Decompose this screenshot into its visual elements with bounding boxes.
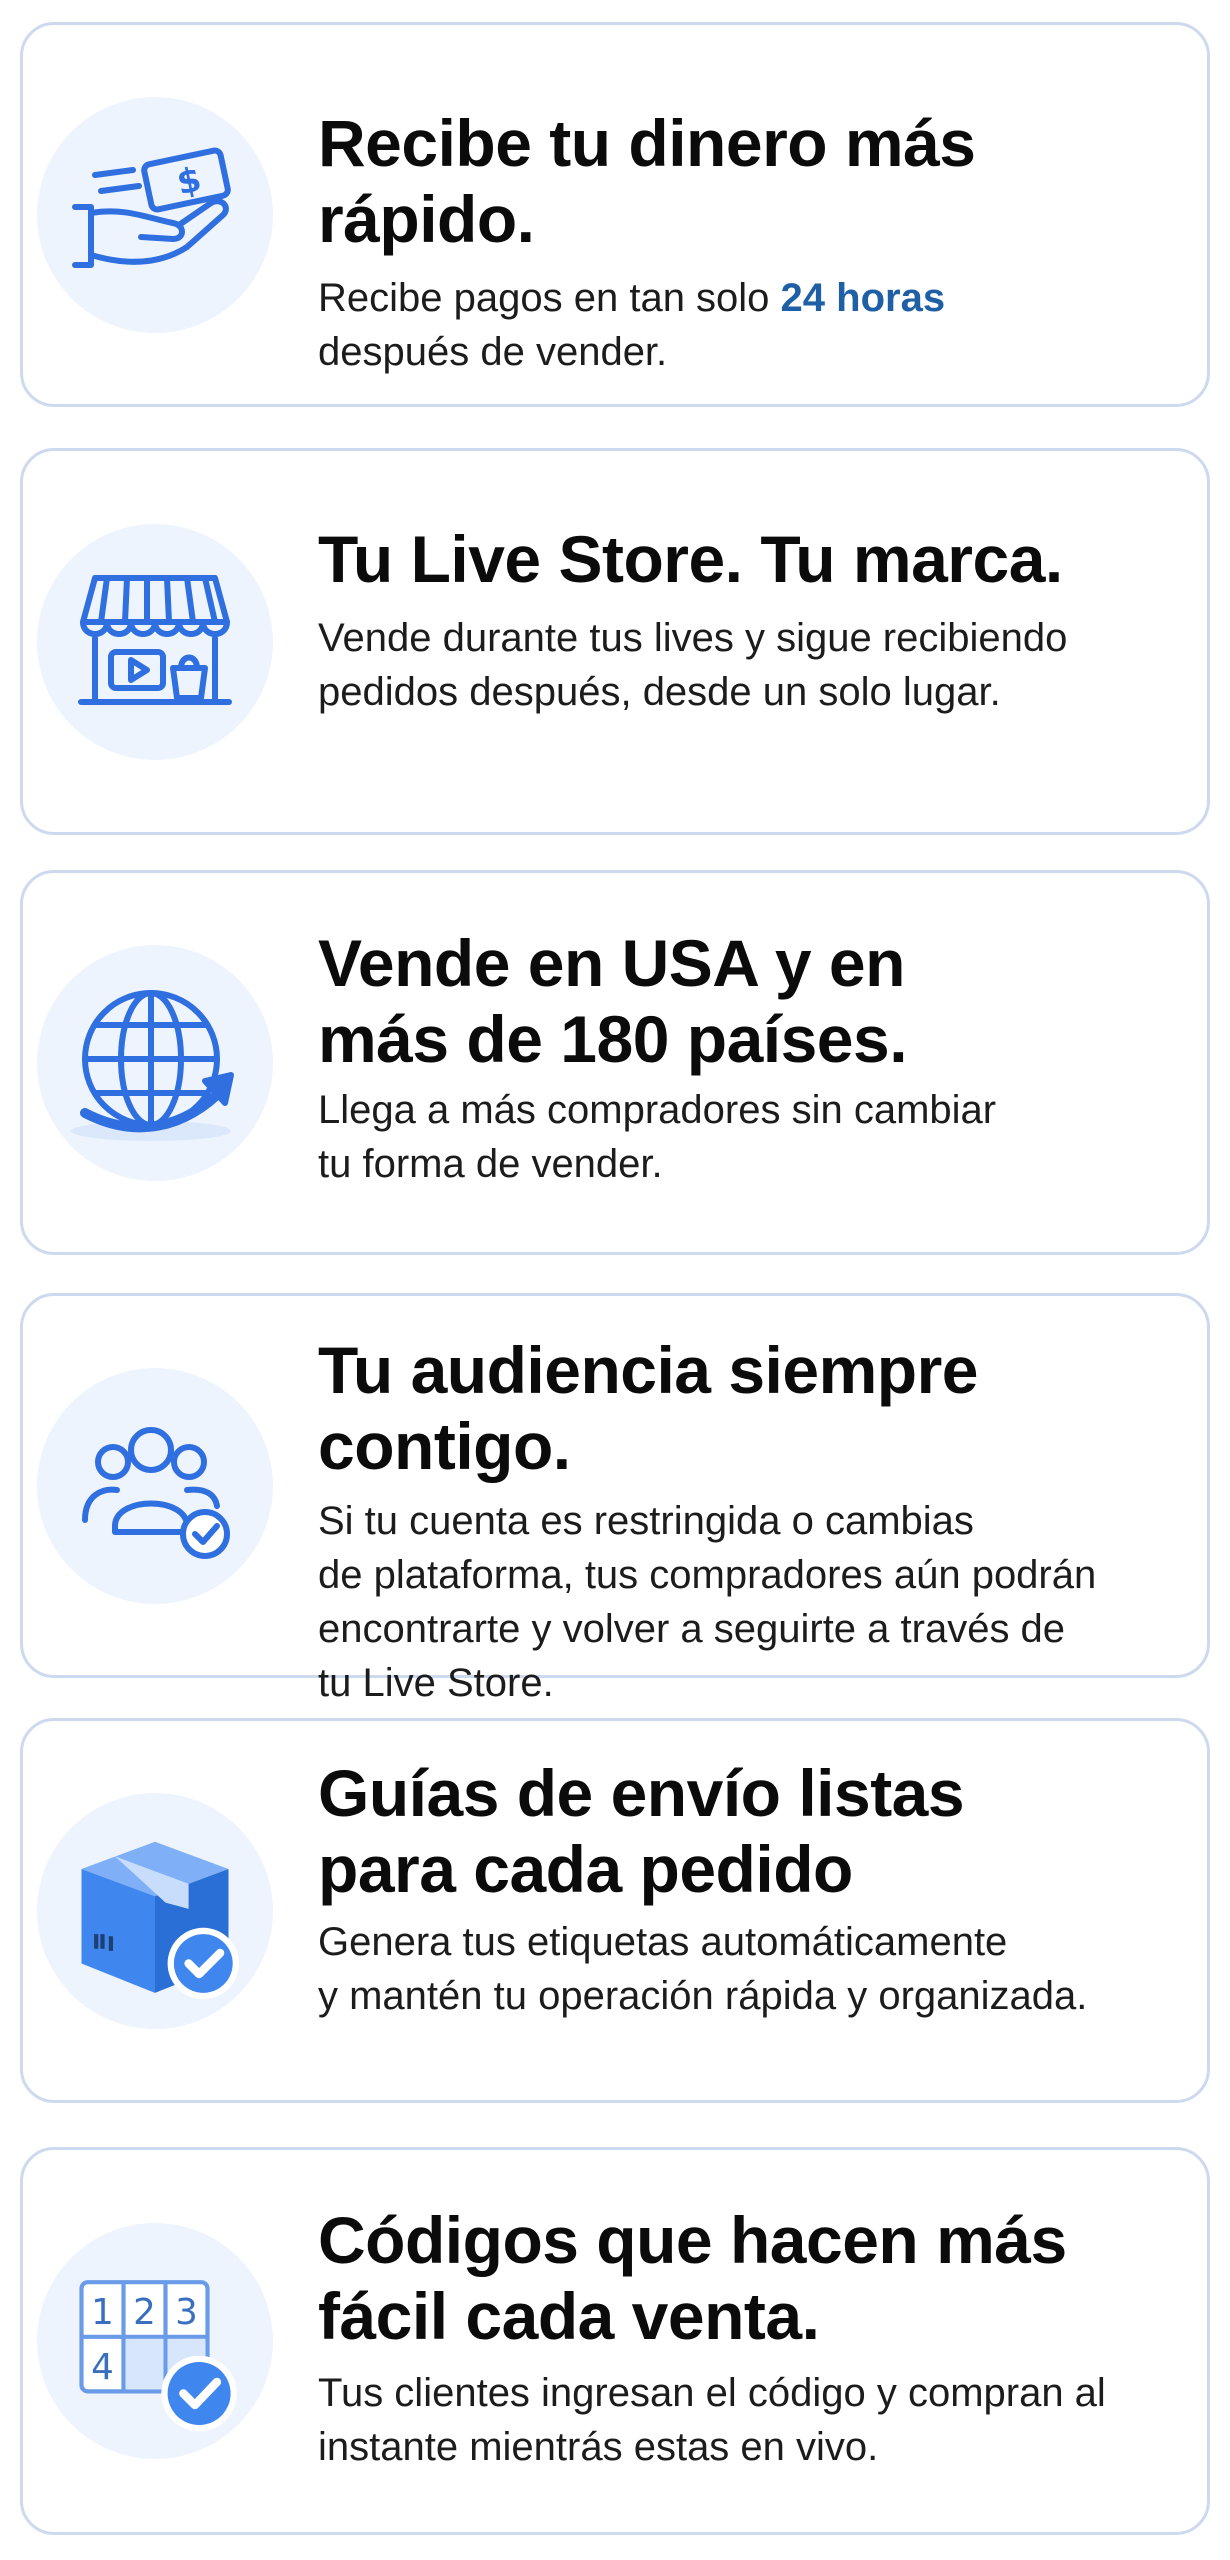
feature-text: Vende en USA y en más de 180 países. Lleg…	[318, 925, 1187, 1191]
grid-digit: 2	[133, 2292, 156, 2333]
description-line: y mantén tu operación rápida y organizad…	[318, 1974, 1088, 2018]
description-line: pedidos después, desde un solo lugar.	[318, 670, 1001, 714]
feature-title: Recibe tu dinero más rápido.	[318, 106, 976, 256]
description-text: después de vender.	[318, 330, 668, 374]
feature-title: Tu audiencia siempre contigo.	[318, 1333, 979, 1483]
feature-text: Recibe tu dinero más rápido. Recibe pago…	[318, 105, 1187, 379]
description-line: Vende durante tus lives y sigue recibien…	[318, 616, 1068, 660]
description-line: tu forma de vender.	[318, 1142, 663, 1186]
audience-check-icon	[37, 1367, 273, 1604]
feature-card-audience: Tu audiencia siempre contigo. Si tu cuen…	[20, 1293, 1210, 1705]
highlight-24-horas: 24 horas	[780, 276, 946, 320]
features-page: $ Recibe tu dinero más rápido. Recibe pa…	[0, 0, 1230, 2560]
feature-title: Códigos que hacen más fácil cada venta.	[318, 2202, 1187, 2354]
feature-title: Guías de envío listas para cada pedido	[318, 1755, 1187, 1907]
feature-description: Llega a más compradores sin cambiar tu fo…	[318, 1083, 1187, 1191]
description-line: encontrarte y volver a seguirte a través…	[318, 1607, 1066, 1651]
description-line: tu Live Store.	[318, 1661, 554, 1705]
feature-card-international: Vende en USA y en más de 180 países. Lleg…	[20, 870, 1210, 1255]
grid-digit: 4	[91, 2347, 114, 2388]
title-line: más de 180 países.	[318, 1002, 908, 1076]
hand-money-icon: $	[37, 96, 273, 333]
description-line: Si tu cuenta es restringida o cambias	[318, 1499, 974, 1543]
globe-icon	[37, 944, 273, 1181]
number-grid-check-icon: 1 2 3 4	[37, 2223, 273, 2459]
feature-card-fast-payout: $ Recibe tu dinero más rápido. Recibe pa…	[20, 22, 1210, 407]
svg-text:$: $	[173, 159, 204, 203]
feature-title: Vende en USA y en más de 180 países.	[318, 925, 1187, 1077]
description-line: instante mientrás estas en vivo.	[318, 2425, 879, 2469]
feature-text: Tu audiencia siempre contigo. Si tu cuen…	[318, 1332, 1187, 1710]
title-line: para cada pedido	[318, 1832, 853, 1906]
package-check-icon	[37, 1792, 273, 2029]
description-line: Genera tus etiquetas automáticamente	[318, 1920, 1008, 1964]
title-line: Vende en USA y en	[318, 926, 905, 1000]
grid-digit: 1	[91, 2292, 114, 2333]
feature-card-live-store: Tu Live Store. Tu marca. Vende durante t…	[20, 448, 1210, 835]
title-line: fácil cada venta.	[318, 2279, 820, 2353]
feature-description: Recibe pagos en tan solo 24 horas después…	[318, 271, 1187, 379]
feature-text: Tu Live Store. Tu marca. Vende durante t…	[318, 521, 1187, 719]
grid-digit: 3	[175, 2292, 198, 2333]
description-line: Tus clientes ingresan el código y compra…	[318, 2371, 1106, 2415]
feature-card-codes: 1 2 3 4 Códigos que hacen más fácil cada …	[20, 2147, 1210, 2535]
feature-description: Si tu cuenta es restringida o cambias de …	[318, 1494, 1187, 1710]
feature-description: Genera tus etiquetas automáticamente y ma…	[318, 1915, 1187, 2023]
title-line: Guías de envío listas	[318, 1756, 965, 1830]
feature-description: Vende durante tus lives y sigue recibien…	[318, 611, 1187, 719]
description-text: Recibe pagos en tan solo	[318, 276, 781, 320]
feature-title: Tu Live Store. Tu marca.	[318, 522, 1063, 596]
storefront-icon	[37, 523, 273, 760]
feature-description: Tus clientes ingresan el código y compra…	[318, 2366, 1187, 2474]
description-line: Llega a más compradores sin cambiar	[318, 1088, 997, 1132]
feature-text: Códigos que hacen más fácil cada venta. T…	[318, 2202, 1187, 2474]
feature-card-shipping-labels: Guías de envío listas para cada pedido Ge…	[20, 1718, 1210, 2103]
description-line: de plataforma, tus compradores aún podrá…	[318, 1553, 1097, 1597]
feature-text: Guías de envío listas para cada pedido Ge…	[318, 1755, 1187, 2023]
title-line: Códigos que hacen más	[318, 2203, 1067, 2277]
